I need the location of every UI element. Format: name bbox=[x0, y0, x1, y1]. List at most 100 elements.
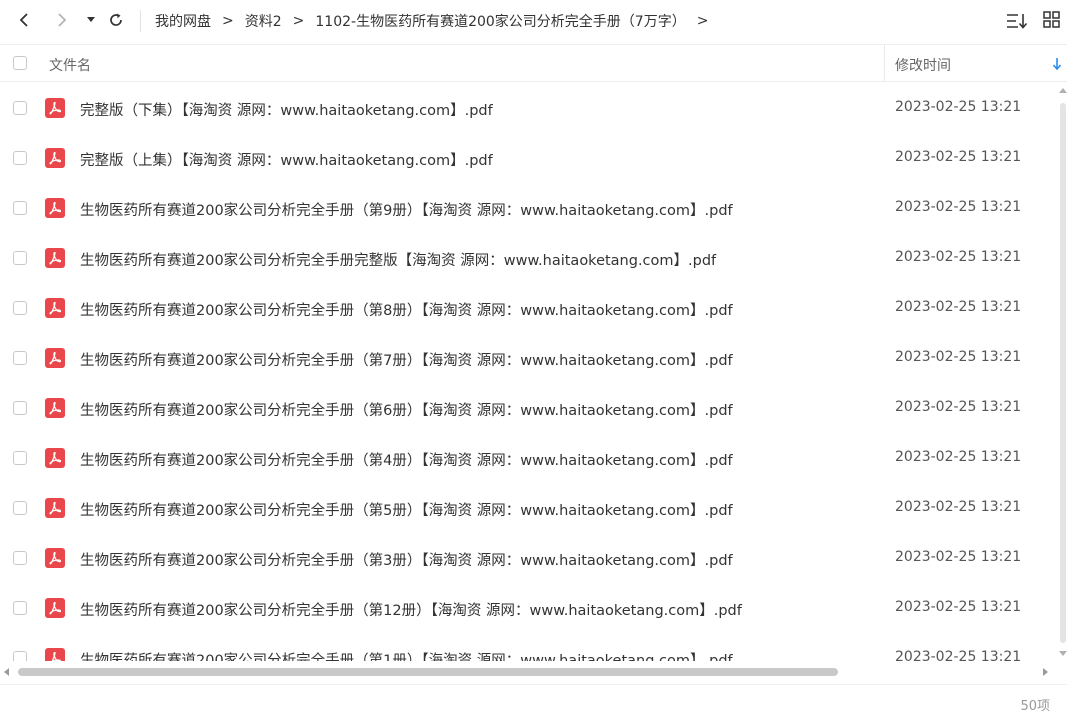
back-button[interactable] bbox=[14, 8, 34, 32]
toolbar-divider bbox=[140, 10, 141, 32]
row-checkbox[interactable] bbox=[13, 501, 27, 515]
dropdown-triangle-icon bbox=[87, 17, 95, 22]
file-name[interactable]: 生物医药所有赛道200家公司分析完全手册（第5册）【海淘资 源网：www.hai… bbox=[80, 499, 733, 520]
pdf-file-icon bbox=[45, 298, 65, 318]
sort-button[interactable] bbox=[1006, 11, 1028, 31]
file-row[interactable]: 生物医药所有赛道200家公司分析完全手册（第5册）【海淘资 源网：www.hai… bbox=[0, 483, 1040, 533]
file-name[interactable]: 生物医药所有赛道200家公司分析完全手册（第1册）【海淘资 源网：www.hai… bbox=[80, 649, 733, 661]
row-checkbox[interactable] bbox=[13, 201, 27, 215]
breadcrumb-item-current[interactable]: 1102-生物医药所有赛道200家公司分析完全手册（7万字） bbox=[315, 11, 685, 31]
file-name[interactable]: 生物医药所有赛道200家公司分析完全手册完整版【海淘资 源网：www.haita… bbox=[80, 249, 716, 270]
file-modified-time: 2023-02-25 13:21 bbox=[895, 99, 1022, 115]
horizontal-scrollbar[interactable] bbox=[0, 664, 1058, 680]
pdf-glyph-icon bbox=[49, 201, 62, 215]
item-count: 50项 bbox=[1020, 699, 1050, 714]
file-modified-time: 2023-02-25 13:21 bbox=[895, 599, 1022, 615]
chevron-right-icon bbox=[58, 13, 67, 27]
breadcrumb: 我的网盘 > 资料2 > 1102-生物医药所有赛道200家公司分析完全手册（7… bbox=[155, 0, 719, 42]
history-dropdown-button[interactable] bbox=[84, 8, 98, 32]
pdf-glyph-icon bbox=[49, 451, 62, 465]
chevron-left-icon bbox=[19, 13, 28, 27]
pdf-glyph-icon bbox=[49, 351, 62, 365]
row-checkbox[interactable] bbox=[13, 301, 27, 315]
row-checkbox[interactable] bbox=[13, 101, 27, 115]
scroll-left-arrow[interactable] bbox=[4, 668, 9, 676]
pdf-glyph-icon bbox=[51, 651, 62, 661]
forward-button[interactable] bbox=[52, 8, 72, 32]
row-checkbox[interactable] bbox=[13, 451, 27, 465]
breadcrumb-item-root[interactable]: 我的网盘 bbox=[155, 11, 211, 31]
pdf-glyph-icon bbox=[49, 301, 62, 315]
file-name[interactable]: 生物医药所有赛道200家公司分析完全手册（第12册）【海淘资 源网：www.ha… bbox=[80, 599, 742, 620]
sort-list-icon bbox=[1007, 14, 1028, 29]
scroll-down-arrow[interactable] bbox=[1059, 651, 1067, 656]
file-row[interactable]: 生物医药所有赛道200家公司分析完全手册（第9册）【海淘资 源网：www.hai… bbox=[0, 183, 1040, 233]
view-mode-button[interactable] bbox=[1043, 11, 1063, 31]
row-checkbox[interactable] bbox=[13, 601, 27, 615]
column-divider[interactable] bbox=[884, 45, 885, 82]
scroll-up-arrow[interactable] bbox=[1059, 88, 1067, 93]
file-row[interactable]: 完整版（下集）【海淘资 源网：www.haitaoketang.com】.pdf… bbox=[0, 83, 1040, 133]
pdf-file-icon bbox=[45, 448, 65, 468]
file-list: 完整版（下集）【海淘资 源网：www.haitaoketang.com】.pdf… bbox=[0, 83, 1067, 661]
breadcrumb-item-folder[interactable]: 资料2 bbox=[245, 11, 282, 31]
pdf-file-icon bbox=[45, 198, 65, 218]
row-checkbox[interactable] bbox=[13, 151, 27, 165]
file-name[interactable]: 完整版（下集）【海淘资 源网：www.haitaoketang.com】.pdf bbox=[80, 99, 493, 120]
column-header-modified[interactable]: 修改时间 bbox=[895, 55, 951, 75]
pdf-file-icon bbox=[45, 498, 65, 518]
row-checkbox[interactable] bbox=[13, 651, 27, 661]
file-row[interactable]: 生物医药所有赛道200家公司分析完全手册（第3册）【海淘资 源网：www.hai… bbox=[0, 533, 1040, 583]
file-row[interactable]: 生物医药所有赛道200家公司分析完全手册（第8册）【海淘资 源网：www.hai… bbox=[0, 283, 1040, 333]
file-modified-time: 2023-02-25 13:21 bbox=[895, 349, 1022, 365]
file-name[interactable]: 生物医药所有赛道200家公司分析完全手册（第9册）【海淘资 源网：www.hai… bbox=[80, 199, 733, 220]
pdf-glyph-icon bbox=[49, 501, 62, 515]
row-checkbox[interactable] bbox=[13, 551, 27, 565]
pdf-file-icon bbox=[45, 348, 65, 368]
row-checkbox[interactable] bbox=[13, 401, 27, 415]
file-modified-time: 2023-02-25 13:21 bbox=[895, 449, 1022, 465]
file-name[interactable]: 生物医药所有赛道200家公司分析完全手册（第4册）【海淘资 源网：www.hai… bbox=[80, 449, 733, 470]
file-name[interactable]: 生物医药所有赛道200家公司分析完全手册（第7册）【海淘资 源网：www.hai… bbox=[80, 349, 733, 370]
column-header-name[interactable]: 文件名 bbox=[49, 55, 91, 75]
status-bar: 50项 bbox=[0, 684, 1067, 715]
file-row[interactable]: 生物医药所有赛道200家公司分析完全手册（第1册）【海淘资 源网：www.hai… bbox=[0, 633, 1040, 661]
pdf-file-icon bbox=[45, 98, 65, 118]
pdf-glyph-icon bbox=[49, 101, 62, 115]
pdf-glyph-icon bbox=[49, 601, 62, 615]
pdf-file-icon bbox=[45, 148, 65, 168]
file-name[interactable]: 生物医药所有赛道200家公司分析完全手册（第3册）【海淘资 源网：www.hai… bbox=[80, 549, 733, 570]
file-modified-time: 2023-02-25 13:21 bbox=[895, 649, 1022, 661]
vertical-scroll-thumb[interactable] bbox=[1060, 103, 1066, 643]
file-modified-time: 2023-02-25 13:21 bbox=[895, 199, 1022, 215]
pdf-glyph-icon bbox=[49, 551, 62, 565]
toolbar: 我的网盘 > 资料2 > 1102-生物医药所有赛道200家公司分析完全手册（7… bbox=[0, 0, 1067, 42]
file-row[interactable]: 生物医药所有赛道200家公司分析完全手册（第12册）【海淘资 源网：www.ha… bbox=[0, 583, 1040, 633]
file-row[interactable]: 完整版（上集）【海淘资 源网：www.haitaoketang.com】.pdf… bbox=[0, 133, 1040, 183]
refresh-button[interactable] bbox=[106, 8, 126, 32]
scroll-right-arrow[interactable] bbox=[1043, 668, 1048, 676]
file-name[interactable]: 完整版（上集）【海淘资 源网：www.haitaoketang.com】.pdf bbox=[80, 149, 493, 170]
vertical-scrollbar[interactable] bbox=[1058, 83, 1067, 661]
file-modified-time: 2023-02-25 13:21 bbox=[895, 499, 1022, 515]
horizontal-scroll-thumb[interactable] bbox=[18, 668, 838, 676]
file-row[interactable]: 生物医药所有赛道200家公司分析完全手册（第7册）【海淘资 源网：www.hai… bbox=[0, 333, 1040, 383]
file-row[interactable]: 生物医药所有赛道200家公司分析完全手册完整版【海淘资 源网：www.haita… bbox=[0, 233, 1040, 283]
file-row[interactable]: 生物医药所有赛道200家公司分析完全手册（第6册）【海淘资 源网：www.hai… bbox=[0, 383, 1040, 433]
row-checkbox[interactable] bbox=[13, 351, 27, 365]
file-name[interactable]: 生物医药所有赛道200家公司分析完全手册（第6册）【海淘资 源网：www.hai… bbox=[80, 399, 733, 420]
refresh-icon bbox=[110, 13, 122, 26]
file-modified-time: 2023-02-25 13:21 bbox=[895, 149, 1022, 165]
pdf-file-icon bbox=[45, 548, 65, 568]
pdf-file-icon bbox=[45, 398, 65, 418]
select-all-checkbox[interactable] bbox=[13, 56, 27, 70]
file-row[interactable]: 生物医药所有赛道200家公司分析完全手册（第4册）【海淘资 源网：www.hai… bbox=[0, 433, 1040, 483]
sort-descending-icon[interactable] bbox=[1052, 57, 1062, 71]
row-checkbox[interactable] bbox=[13, 251, 27, 265]
pdf-file-icon bbox=[45, 648, 65, 661]
file-modified-time: 2023-02-25 13:21 bbox=[895, 399, 1022, 415]
file-modified-time: 2023-02-25 13:21 bbox=[895, 549, 1022, 565]
column-header: 文件名 修改时间 bbox=[0, 44, 1067, 82]
breadcrumb-separator[interactable]: > bbox=[697, 13, 709, 29]
file-name[interactable]: 生物医药所有赛道200家公司分析完全手册（第8册）【海淘资 源网：www.hai… bbox=[80, 299, 733, 320]
